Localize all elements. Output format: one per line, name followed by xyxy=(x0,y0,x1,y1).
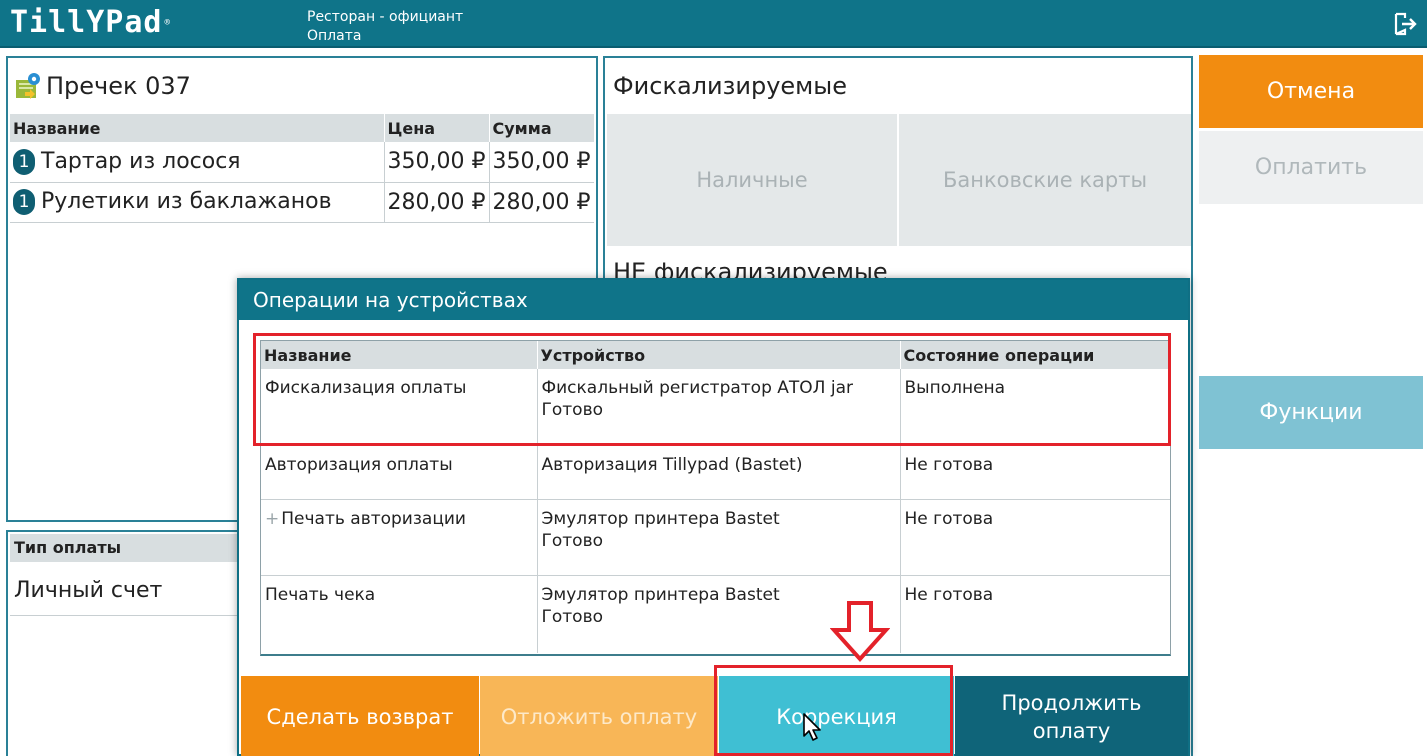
operation-device: Авторизация Tillypad (Bastet) xyxy=(541,454,803,475)
breadcrumb: Ресторан - официант Оплата xyxy=(307,8,463,46)
bank-cards-button[interactable]: Банковские карты xyxy=(899,114,1191,246)
order-item-price: 280,00 ₽ xyxy=(384,182,490,223)
qty-badge: 1 xyxy=(13,148,35,175)
receipt-icon xyxy=(16,73,40,99)
continue-payment-line2: оплату xyxy=(1032,719,1111,743)
order-item-price: 350,00 ₽ xyxy=(384,142,490,183)
functions-button[interactable]: Функции xyxy=(1199,376,1423,449)
continue-payment-line1: Продолжить xyxy=(1001,691,1142,715)
mouse-cursor-icon xyxy=(803,713,821,741)
payment-screen: TillYPad ® Ресторан - официант Оплата Пре… xyxy=(0,0,1427,756)
expand-plus-icon[interactable]: + xyxy=(265,509,279,529)
operation-name-cell: + Печать авторизации xyxy=(261,499,538,576)
operation-row[interactable]: Печать чека Эмулятор принтера Bastet Гот… xyxy=(261,575,1170,653)
highlight-box-correction xyxy=(714,665,953,756)
make-return-button[interactable]: Сделать возврат xyxy=(241,676,479,756)
order-item-name-cell: 1 Рулетики из баклажанов xyxy=(10,182,385,223)
continue-payment-button[interactable]: Продолжить оплату xyxy=(955,676,1188,756)
operation-name: Печать авторизации xyxy=(281,508,466,529)
dialog-title: Операции на устройствах xyxy=(239,280,1188,320)
defer-payment-button[interactable]: Отложить оплату xyxy=(480,676,718,756)
order-item-name: Тартар из лосося xyxy=(41,148,241,174)
col-sum: Сумма xyxy=(489,114,594,142)
logo-text: TillYPad xyxy=(10,5,163,40)
operation-device-status: Готово xyxy=(541,530,604,551)
operation-state: Не готова xyxy=(904,584,994,605)
logout-icon[interactable] xyxy=(1393,12,1417,36)
order-table: Название Цена Сумма 1 Тартар из лосося 35… xyxy=(10,114,594,223)
operation-name: Печать чека xyxy=(261,575,538,653)
breadcrumb-app: Ресторан - официант xyxy=(307,9,464,25)
operation-row[interactable]: + Печать авторизации Эмулятор принтера Ba… xyxy=(261,499,1170,576)
precheck-title-text: Пречек 037 xyxy=(46,72,191,100)
cash-button[interactable]: Наличные xyxy=(607,114,897,246)
order-item-sum: 280,00 ₽ xyxy=(489,182,594,223)
order-item-sum: 350,00 ₽ xyxy=(489,142,594,183)
col-price: Цена xyxy=(384,114,490,142)
order-row[interactable]: 1 Тартар из лосося 350,00 ₽ 350,00 ₽ xyxy=(10,142,594,183)
order-item-name-cell: 1 Тартар из лосося xyxy=(10,142,385,183)
app-header: TillYPad ® Ресторан - официант Оплата xyxy=(0,0,1427,48)
qty-badge: 1 xyxy=(13,189,35,215)
operation-device-cell: Эмулятор принтера Bastet Готово xyxy=(537,499,901,576)
order-table-header: Название Цена Сумма xyxy=(10,114,594,142)
fiscal-title: Фискализируемые xyxy=(613,72,847,100)
operation-row[interactable]: Авторизация оплаты Авторизация Tillypad … xyxy=(261,445,1170,500)
pay-button[interactable]: Оплатить xyxy=(1199,131,1423,204)
operation-device-cell: Авторизация Tillypad (Bastet) xyxy=(537,445,901,500)
highlight-box-operation-row xyxy=(253,333,1171,446)
precheck-title: Пречек 037 xyxy=(14,70,191,102)
order-item-name: Рулетики из баклажанов xyxy=(41,189,332,214)
col-name: Название xyxy=(10,114,385,142)
order-row[interactable]: 1 Рулетики из баклажанов 280,00 ₽ 280,00 … xyxy=(10,182,594,223)
operation-state: Не готова xyxy=(900,499,1170,576)
cancel-button[interactable]: Отмена xyxy=(1199,55,1423,128)
tillypad-logo: TillYPad ® xyxy=(10,5,171,40)
breadcrumb-page: Оплата xyxy=(307,28,362,44)
down-arrow-icon xyxy=(830,601,890,662)
operation-state: Не готова xyxy=(900,445,1170,500)
operation-name: Авторизация оплаты xyxy=(261,445,538,500)
operation-device: Эмулятор принтера Bastet xyxy=(541,508,780,529)
